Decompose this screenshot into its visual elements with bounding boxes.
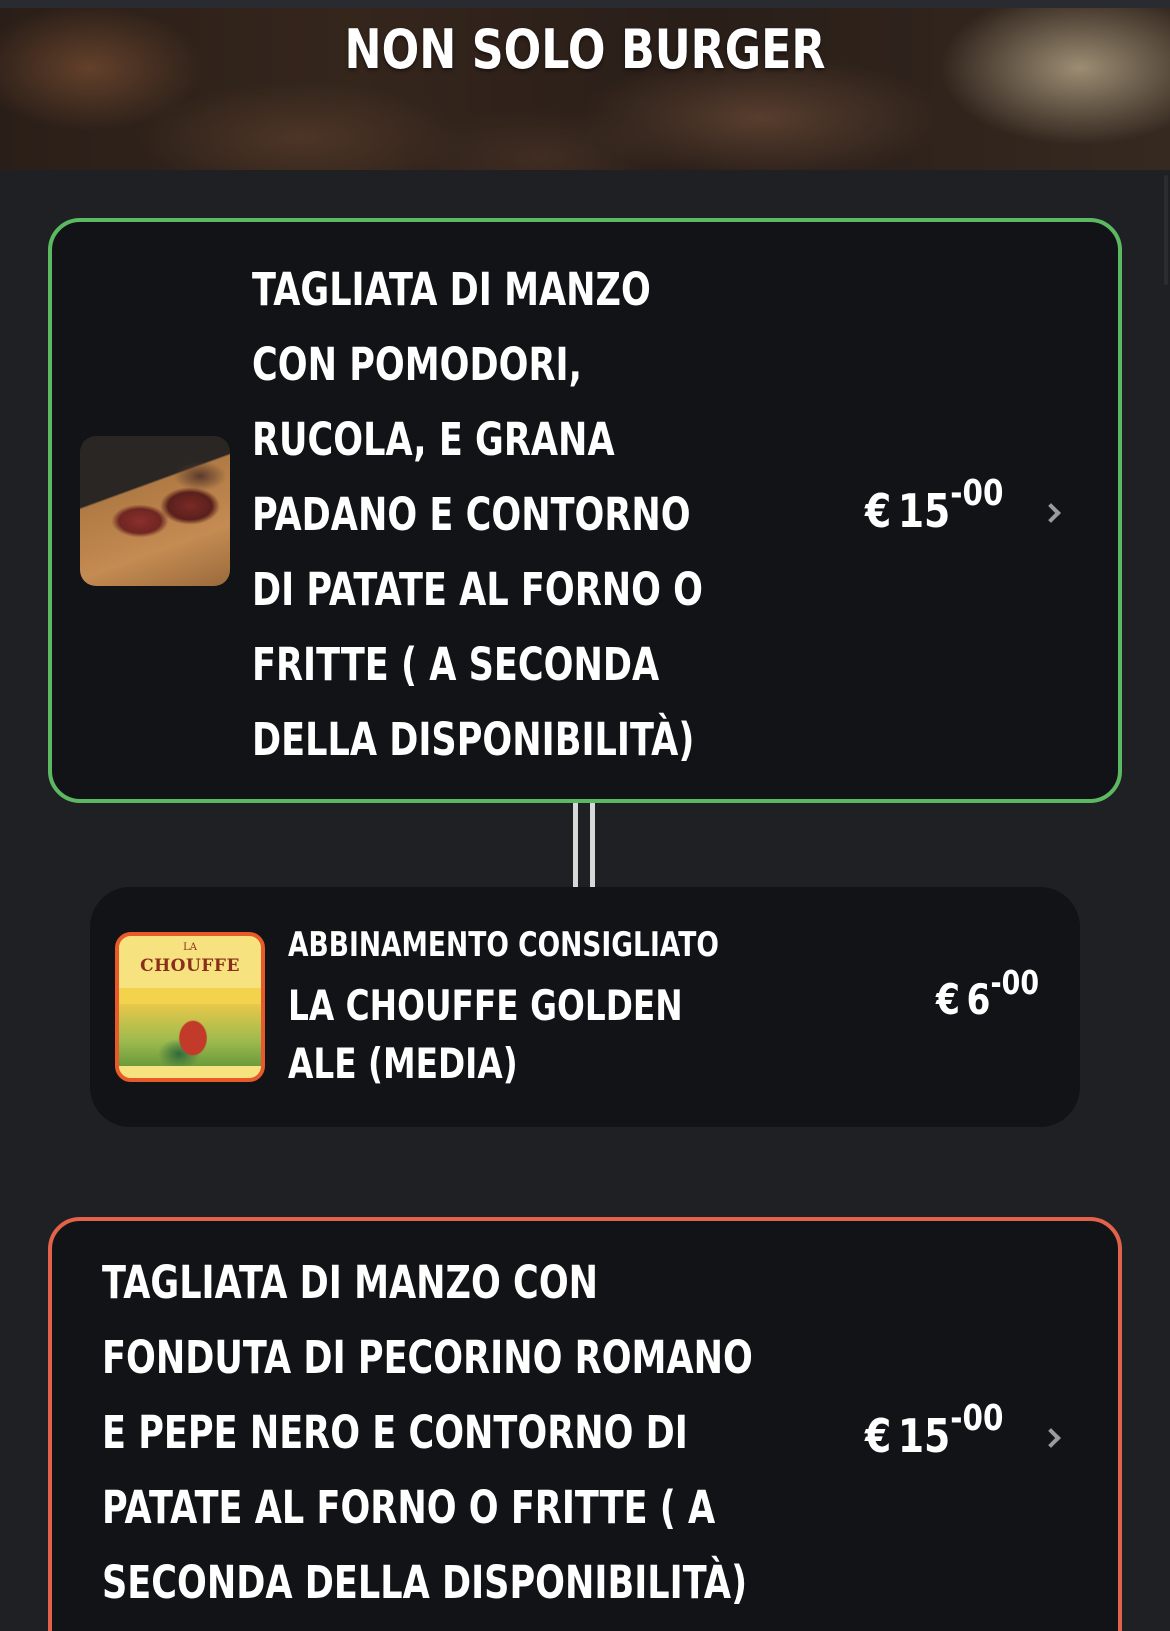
category-banner: NON SOLO BURGER <box>0 8 1170 170</box>
dish-price: €15-00 <box>865 473 1003 538</box>
pairing-kicker: ABBINAMENTO CONSIGLIATO <box>288 925 719 965</box>
dish-title: TAGLIATA DI MANZO CON FONDUTA DI PECORIN… <box>102 1256 753 1609</box>
price-cents: -00 <box>950 1397 1004 1439</box>
pairing-card[interactable]: LA CHOUFFE ABBINAMENTO CONSIGLIATO LA CH… <box>90 887 1080 1127</box>
price-whole: 15 <box>897 1409 951 1463</box>
chouffe-label-small: LA <box>183 942 197 953</box>
dish-card[interactable]: TAGLIATA DI MANZO CON POMODORI, RUCOLA, … <box>48 218 1122 803</box>
price-currency: € <box>865 1409 892 1463</box>
scrollbar[interactable] <box>1164 175 1168 285</box>
pairing-price: €6-00 <box>936 964 1039 1024</box>
price-cents: -00 <box>950 472 1004 514</box>
chevron-right-icon[interactable] <box>1041 1428 1061 1448</box>
pairing-connector-right <box>590 803 595 887</box>
dish-title: TAGLIATA DI MANZO CON POMODORI, RUCOLA, … <box>252 263 704 766</box>
menu-page: NON SOLO BURGER TAGLIATA DI MANZO CON PO… <box>0 0 1170 1631</box>
price-whole: 6 <box>966 975 991 1024</box>
pairing-image: LA CHOUFFE <box>115 932 265 1082</box>
dish-image <box>80 436 230 586</box>
price-currency: € <box>865 484 892 538</box>
chouffe-label-brand: CHOUFFE <box>140 956 240 976</box>
status-strip <box>0 0 1170 8</box>
chevron-right-icon[interactable] <box>1041 503 1061 523</box>
pairing-title: LA CHOUFFE GOLDEN ALE (MEDIA) <box>288 981 683 1088</box>
gnome-illustration <box>119 1004 261 1066</box>
price-whole: 15 <box>897 484 951 538</box>
price-currency: € <box>936 975 960 1024</box>
category-title: NON SOLO BURGER <box>344 18 826 81</box>
price-cents: -00 <box>990 963 1040 1002</box>
dish-price: €15-00 <box>865 1398 1003 1463</box>
pairing-connector-left <box>573 803 578 887</box>
chouffe-label-footer <box>119 1066 261 1078</box>
dish-card[interactable]: TAGLIATA DI MANZO CON FONDUTA DI PECORIN… <box>48 1217 1122 1631</box>
